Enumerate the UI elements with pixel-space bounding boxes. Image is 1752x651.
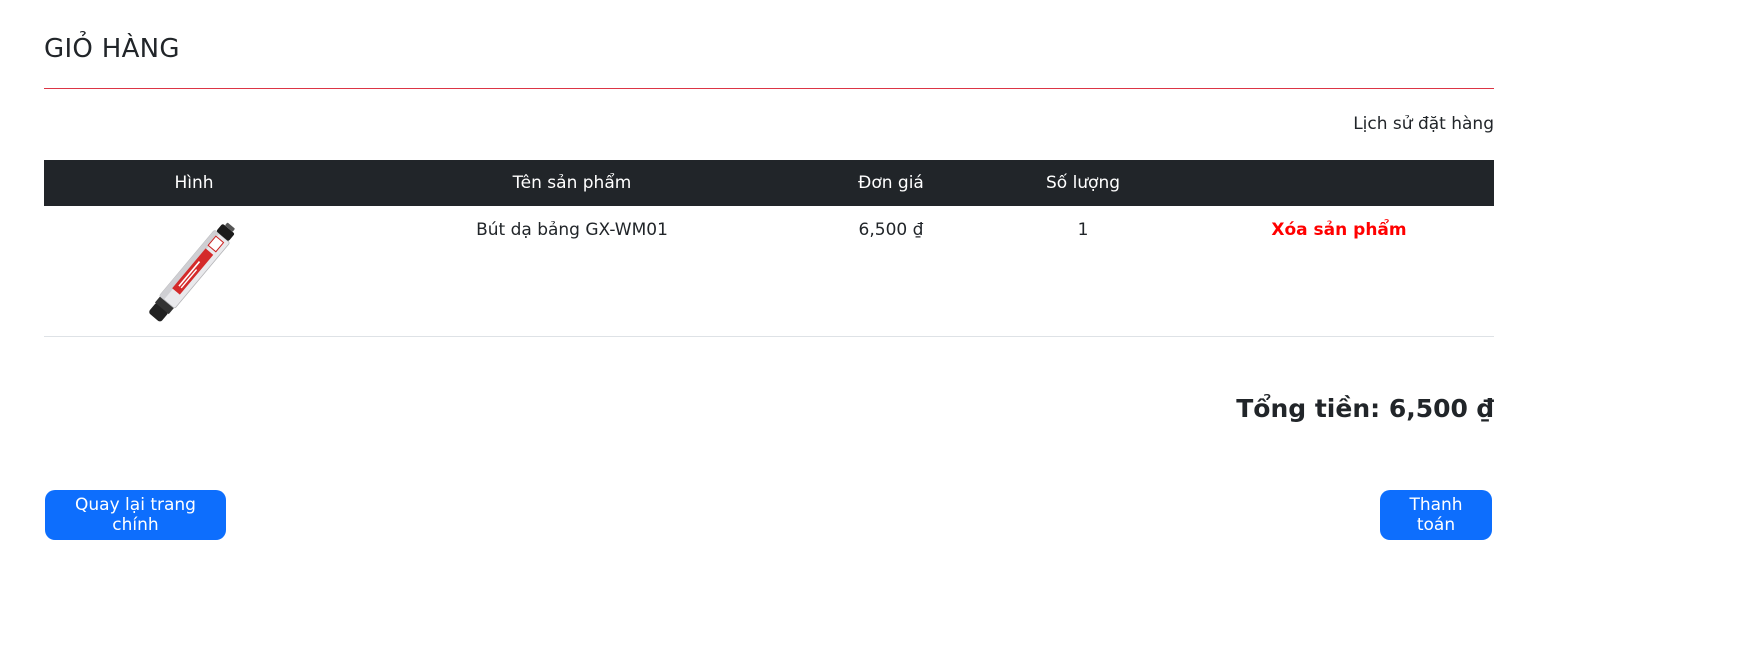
column-header-product-name: Tên sản phẩm bbox=[344, 160, 800, 206]
whiteboard-marker-image bbox=[139, 214, 249, 326]
column-header-image: Hình bbox=[44, 160, 344, 206]
table-header-row: Hình Tên sản phẩm Đơn giá Số lượng bbox=[44, 160, 1494, 206]
page-title: GIỎ HÀNG bbox=[44, 34, 180, 64]
quantity: 1 bbox=[982, 206, 1184, 337]
remove-product-link[interactable]: Xóa sản phẩm bbox=[1271, 220, 1406, 240]
order-history-link[interactable]: Lịch sử đặt hàng bbox=[1353, 114, 1494, 134]
checkout-button[interactable]: Thanh toán bbox=[1380, 490, 1492, 540]
column-header-unit-price: Đơn giá bbox=[800, 160, 982, 206]
product-image-cell bbox=[44, 206, 344, 337]
unit-price: 6,500 ₫ bbox=[800, 206, 982, 337]
product-name: Bút dạ bảng GX-WM01 bbox=[344, 206, 800, 337]
title-divider bbox=[44, 88, 1494, 89]
table-row: Bút dạ bảng GX-WM01 6,500 ₫ 1 Xóa sản ph… bbox=[44, 206, 1494, 337]
action-cell: Xóa sản phẩm bbox=[1184, 206, 1494, 337]
cart-total: Tổng tiền: 6,500 ₫ bbox=[1236, 394, 1494, 423]
cart-table: Hình Tên sản phẩm Đơn giá Số lượng Bút d… bbox=[44, 160, 1494, 337]
back-to-home-button[interactable]: Quay lại trang chính bbox=[45, 490, 226, 540]
column-header-action bbox=[1184, 160, 1494, 206]
column-header-quantity: Số lượng bbox=[982, 160, 1184, 206]
